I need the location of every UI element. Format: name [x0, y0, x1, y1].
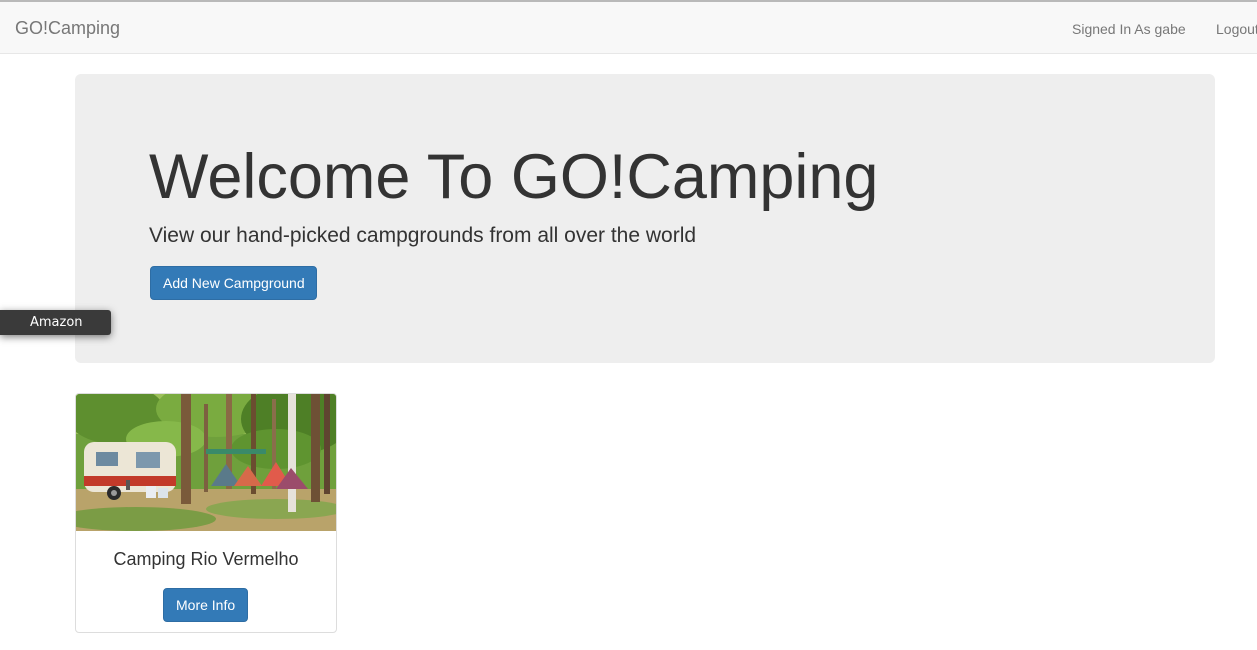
- navbar: GO!Camping Signed In As gabe Logout: [0, 2, 1257, 54]
- logout-link[interactable]: Logout: [1216, 19, 1257, 39]
- campground-name: Camping Rio Vermelho: [113, 549, 299, 569]
- more-info-button[interactable]: More Info: [163, 588, 248, 622]
- add-campground-button[interactable]: Add New Campground: [150, 266, 317, 300]
- amazon-side-tab[interactable]: Amazon: [0, 310, 111, 335]
- page-subtitle: View our hand-picked campgrounds from al…: [149, 224, 697, 247]
- amazon-tab-label: Amazon: [30, 315, 83, 330]
- signed-in-link[interactable]: Signed In As gabe: [1072, 19, 1186, 39]
- campground-image: [76, 394, 336, 531]
- jumbotron: Welcome To GO!Camping View our hand-pick…: [75, 74, 1215, 363]
- page-title: Welcome To GO!Camping: [149, 142, 879, 212]
- campground-card: Camping Rio Vermelho More Info: [75, 393, 337, 633]
- navbar-right: Signed In As gabe Logout: [0, 19, 1257, 39]
